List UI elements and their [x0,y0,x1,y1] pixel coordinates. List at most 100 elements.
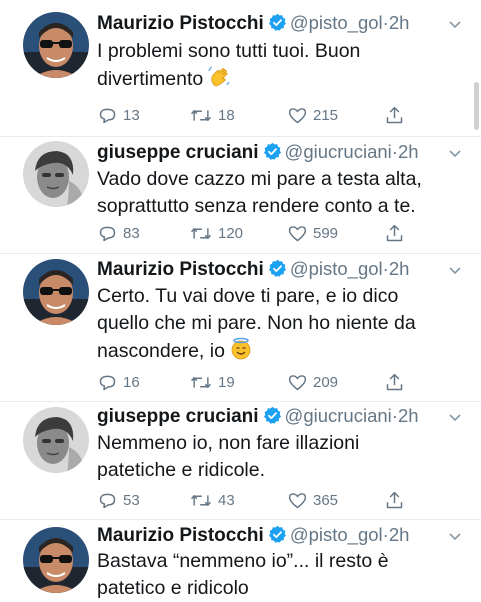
maurizio-avatar[interactable] [23,527,89,593]
chevron-down-icon[interactable] [447,16,463,32]
share-icon [386,224,403,241]
tweet-header: Maurizio Pistocchi @pisto_gol·2h [97,12,471,38]
share-button[interactable] [384,489,405,511]
reply-icon [99,493,116,508]
author-handle[interactable]: @giucruciani [285,141,392,162]
tweet-text: Nemmeno io, non fare illazioni patetiche… [97,430,457,484]
retweet-count: 43 [218,491,235,509]
tweet-text: Bastava “nemmeno io”... il resto è patet… [97,548,457,602]
like-button[interactable]: 599 [287,222,338,244]
retweet-icon [191,109,211,121]
heart-icon [288,492,307,508]
heart-icon [288,107,307,123]
reply-count: 53 [123,491,140,509]
tweet-line: Certo. Tu vai dove ti pare, e io dico [97,285,399,307]
author-handle[interactable]: @pisto_gol [290,524,383,545]
retweet-button[interactable]: 18 [189,104,235,126]
reply-count: 83 [123,224,140,242]
verified-badge-icon [268,13,286,31]
retweet-count: 120 [218,224,244,242]
reply-button[interactable]: 13 [97,104,140,126]
tweet-line: patetico e ridicolo [97,577,249,599]
author-handle[interactable]: @pisto_gol [290,12,383,33]
retweet-button[interactable]: 19 [189,371,235,393]
divider [0,253,481,254]
author-handle[interactable]: @pisto_gol [290,258,383,279]
tweet-actions: 16 19 209 [97,371,417,393]
retweet-icon [191,376,211,388]
like-count: 209 [313,373,339,391]
verified-badge-icon [263,406,281,424]
retweet-button[interactable]: 43 [189,489,235,511]
share-icon [386,373,403,390]
like-count: 365 [313,491,339,509]
share-button[interactable] [384,104,405,126]
reply-button[interactable]: 83 [97,222,140,244]
divider [0,136,481,137]
giuseppe-avatar[interactable] [23,141,89,207]
tweet-text: Vado dove cazzo mi pare a testa alta, so… [97,166,457,220]
retweet-icon [191,227,211,239]
verified-badge-icon [268,259,286,277]
maurizio-avatar[interactable] [23,259,89,325]
reply-count: 13 [123,106,140,124]
tweet-text: Certo. Tu vai dove ti pare, e io dico qu… [97,283,457,365]
tweet-line: I problemi sono tutti tuoi. Buon [97,40,361,62]
tweet-header: giuseppe cruciani @giucruciani·2h [97,141,471,167]
tweet-line: soprattutto senza rendere conto a te. [97,195,416,217]
tweet-line: Nemmeno io, non fare illazioni [97,432,360,454]
heart-icon [288,225,307,241]
divider [0,401,481,402]
share-icon [386,106,403,123]
tweet-actions: 13 18 215 [97,104,417,126]
timestamp[interactable]: 2h [389,12,410,33]
timestamp[interactable]: 2h [398,405,419,426]
giuseppe-avatar[interactable] [23,407,89,473]
retweet-button[interactable]: 120 [189,222,243,244]
tweet-header: Maurizio Pistocchi @pisto_gol·2h [97,524,471,550]
tweet-text: I problemi sono tutti tuoi. Buon diverti… [97,38,457,93]
reply-icon [99,375,116,390]
reply-button[interactable]: 16 [97,371,140,393]
share-button[interactable] [384,222,405,244]
reply-button[interactable]: 53 [97,489,140,511]
timestamp[interactable]: 2h [389,258,410,279]
timestamp[interactable]: 2h [398,141,419,162]
retweet-count: 19 [218,373,235,391]
waving-hand-emoji [208,66,230,87]
tweet-line: nascondere, io [97,340,225,362]
author-handle[interactable]: @giucruciani [285,405,392,426]
like-count: 215 [313,106,339,124]
tweet-line: Bastava “nemmeno io”... il resto è [97,550,389,572]
scrollbar[interactable] [474,82,479,130]
chevron-down-icon[interactable] [447,145,463,161]
chevron-down-icon[interactable] [447,528,463,544]
author-name[interactable]: Maurizio Pistocchi [97,525,264,546]
like-button[interactable]: 209 [287,371,338,393]
reply-count: 16 [123,373,140,391]
author-name[interactable]: Maurizio Pistocchi [97,13,264,34]
retweet-count: 18 [218,106,235,124]
maurizio-avatar[interactable] [23,12,89,78]
like-button[interactable]: 365 [287,489,338,511]
tweet-line: quello che mi pare. Non ho niente da [97,312,416,334]
share-button[interactable] [384,371,405,393]
timestamp[interactable]: 2h [389,524,410,545]
author-name[interactable]: Maurizio Pistocchi [97,259,264,280]
verified-badge-icon [268,525,286,543]
tweet-header: Maurizio Pistocchi @pisto_gol·2h [97,258,471,284]
share-icon [386,491,403,508]
retweet-icon [191,494,211,506]
like-count: 599 [313,224,339,242]
divider [0,519,481,520]
tweet-line: patetiche e ridicole. [97,459,266,481]
tweet-line-with-emoji: divertimento [97,65,457,93]
reply-icon [99,226,116,241]
author-name[interactable]: giuseppe cruciani [97,406,259,427]
halo-face-emoji [231,337,251,360]
like-button[interactable]: 215 [287,104,338,126]
author-name[interactable]: giuseppe cruciani [97,142,259,163]
chevron-down-icon[interactable] [447,262,463,278]
chevron-down-icon[interactable] [447,409,463,425]
tweet-line-with-emoji: nascondere, io [97,337,457,365]
